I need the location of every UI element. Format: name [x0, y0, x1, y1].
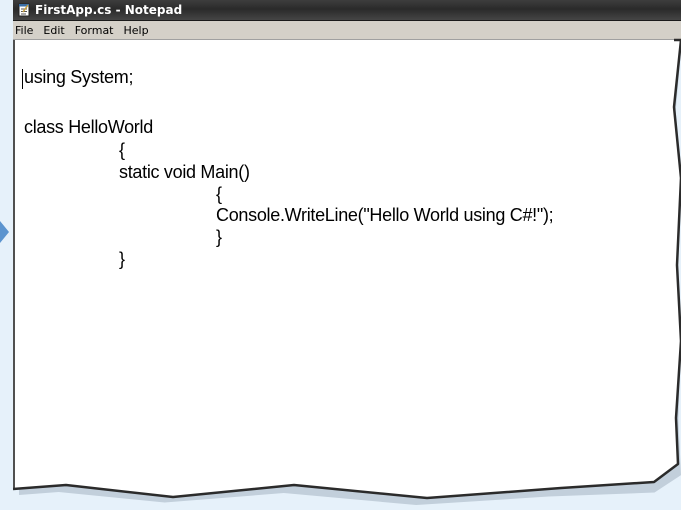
notepad-window: FirstApp.cs - Notepad File Edit Format H… [13, 0, 681, 498]
menu-file[interactable]: File [13, 24, 38, 37]
menu-bar: File Edit Format Help [13, 21, 681, 40]
code-line-5: static void Main() [119, 162, 250, 182]
code-line-8: } [216, 227, 222, 247]
code-line-9: } [119, 249, 125, 269]
code-line-6: { [216, 184, 222, 204]
code-line-1: using System; [24, 67, 134, 87]
text-caret [22, 69, 23, 89]
menu-help[interactable]: Help [119, 24, 154, 37]
code-line-4: { [119, 140, 125, 160]
menu-edit[interactable]: Edit [38, 24, 69, 37]
menu-format[interactable]: Format [70, 24, 119, 37]
title-bar[interactable]: FirstApp.cs - Notepad [13, 0, 681, 21]
code-line-3: class HelloWorld [24, 117, 153, 137]
window-title: FirstApp.cs - Notepad [35, 3, 183, 17]
text-editor[interactable]: using System; class HelloWorld { static … [13, 40, 681, 498]
code-line-7: Console.WriteLine("Hello World using C#!… [216, 205, 554, 225]
arrow-right-icon [0, 221, 9, 243]
notepad-icon[interactable] [17, 3, 31, 17]
